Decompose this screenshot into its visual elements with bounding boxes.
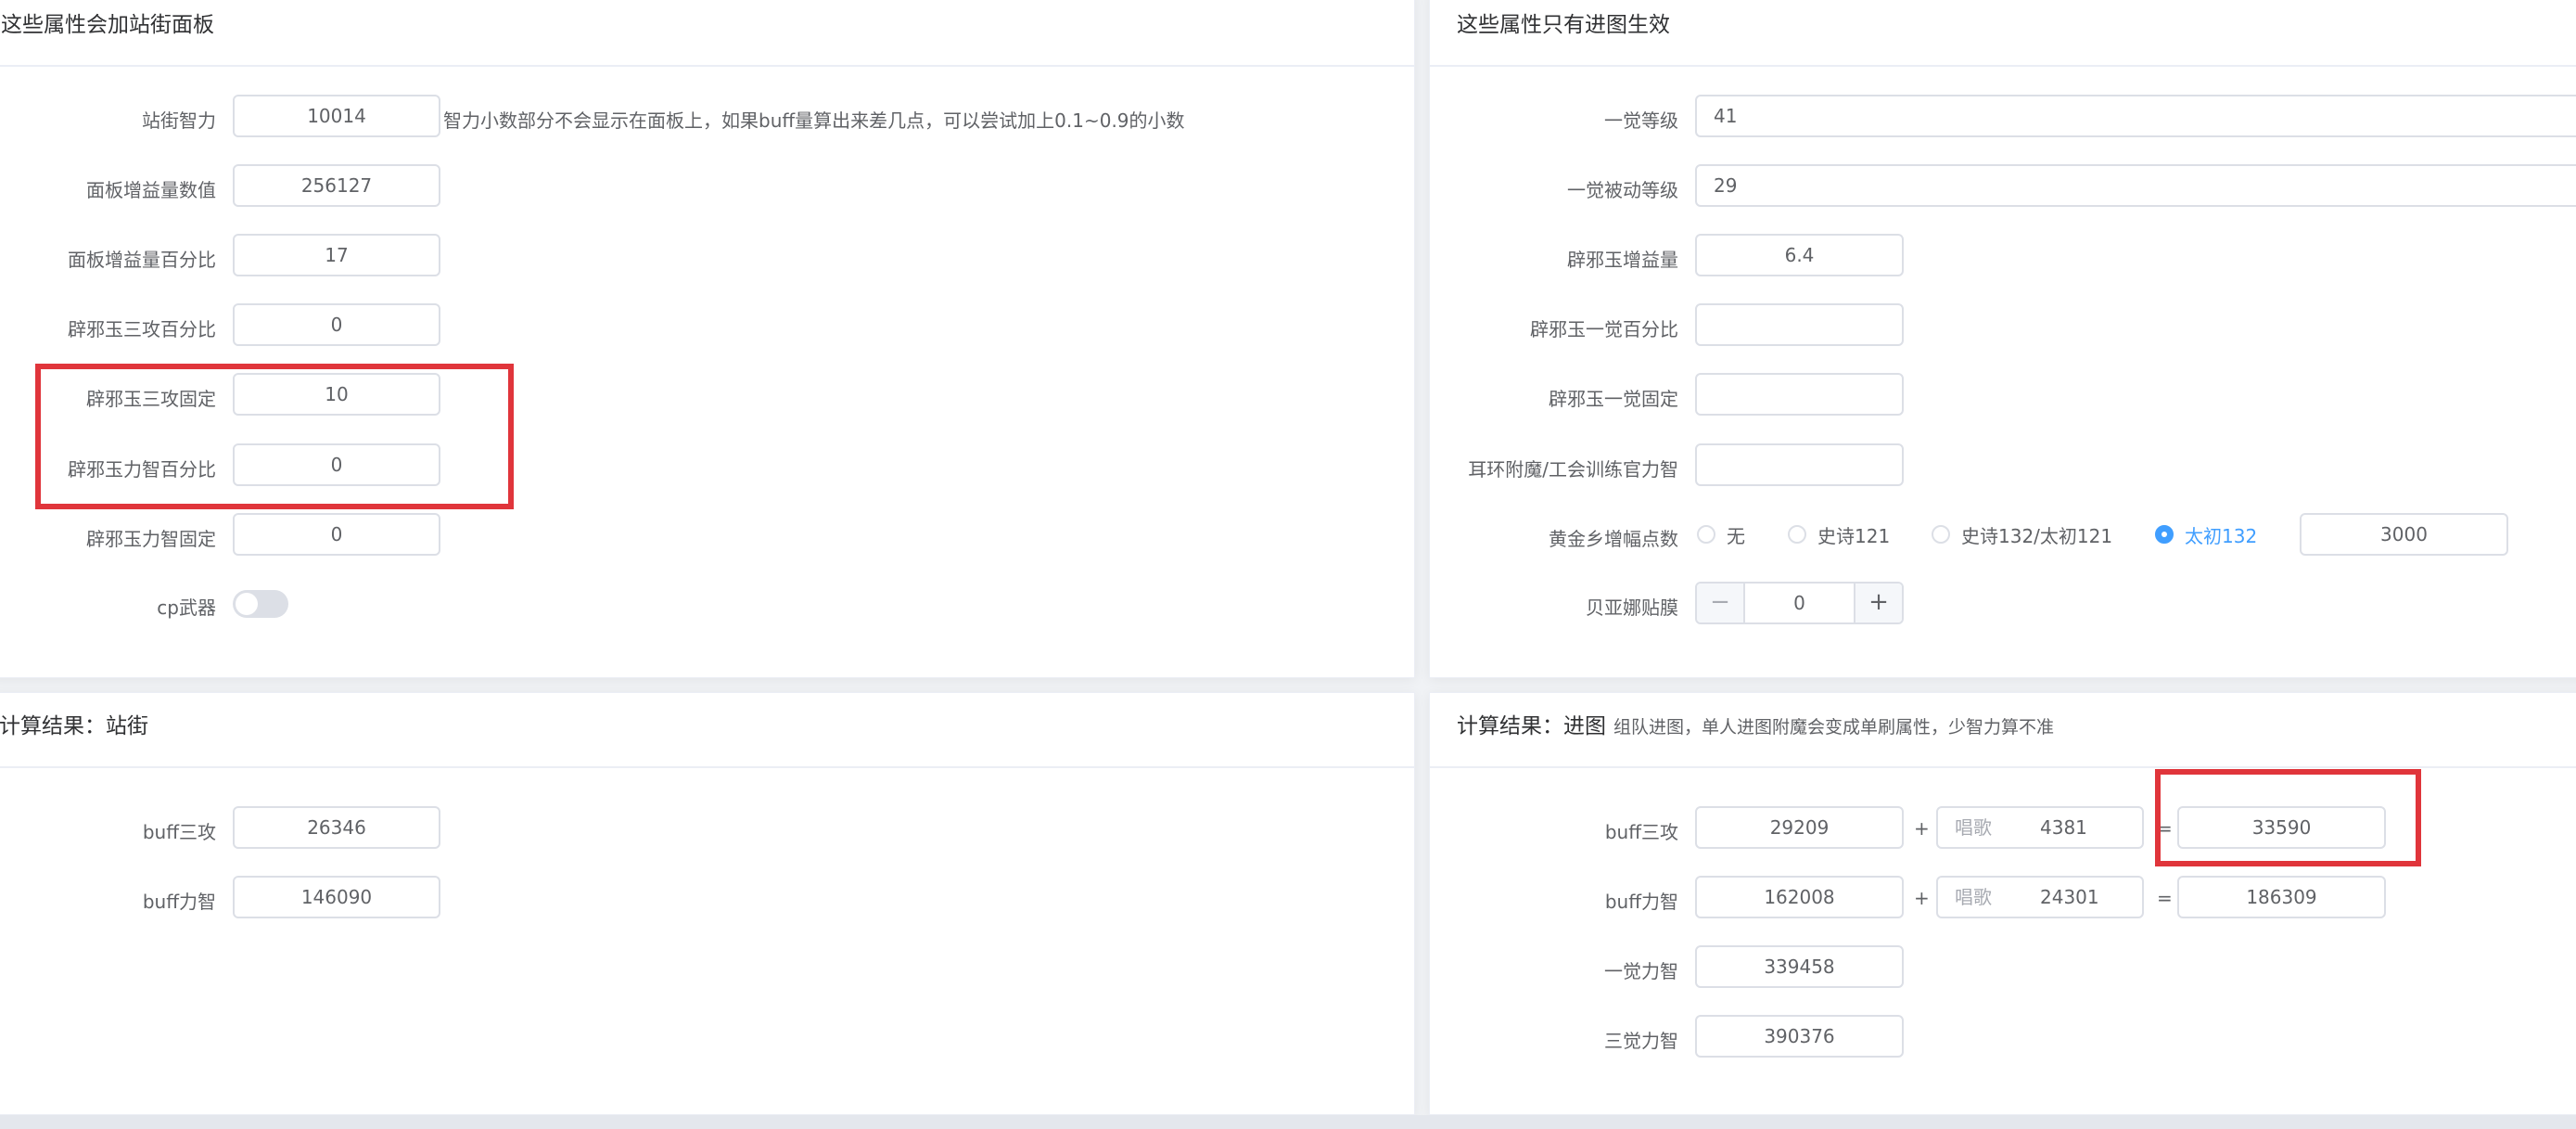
- result-street-buff-stat[interactable]: 146090: [233, 876, 440, 918]
- result-awake1-stat[interactable]: 339458: [1695, 945, 1904, 988]
- radio-circle: [2155, 525, 2174, 544]
- result-label-street-buff-atk: buff三攻: [142, 821, 216, 843]
- result-street-buff-atk[interactable]: 26346: [233, 806, 440, 849]
- panel-title: 这些属性只有进图生效: [1457, 13, 1670, 37]
- radio-circle: [1697, 525, 1715, 544]
- jade-gain-input[interactable]: 6.4: [1695, 234, 1904, 276]
- jade-stat-fixed-input[interactable]: 0: [233, 513, 440, 556]
- field-label-cp-weapon: cp武器: [157, 597, 216, 619]
- result-dungeon-buff-stat-total[interactable]: 186309: [2177, 876, 2386, 918]
- panel-header: 计算结果：进图 组队进图，单人进图附魔会变成单刷属性，少智力算不准: [1430, 693, 2576, 768]
- field-label-panel-gain-value: 面板增益量数值: [86, 179, 216, 201]
- song-value: 24301: [2040, 886, 2099, 908]
- radio-label: 史诗121: [1817, 524, 1891, 547]
- field-label-earring-enchant: 耳环附魔/工会训练官力智: [1468, 458, 1678, 481]
- street-int-input[interactable]: 10014: [233, 95, 440, 137]
- field-label-bayonetta-film: 贝亚娜贴膜: [1586, 597, 1678, 619]
- result-dungeon-buff-stat[interactable]: 162008: [1695, 876, 1904, 918]
- stepper-value[interactable]: 0: [1743, 584, 1855, 622]
- increment-button[interactable]: +: [1854, 584, 1902, 622]
- result-dungeon-buff-atk[interactable]: 29209: [1695, 806, 1904, 849]
- field-label-awake1-passive-level: 一觉被动等级: [1567, 179, 1678, 201]
- panel-title: 计算结果：进图 组队进图，单人进图附魔会变成单刷属性，少智力算不准: [1457, 708, 2054, 739]
- result-label-awake1-stat: 一觉力智: [1604, 960, 1678, 982]
- int-hint-text: 智力小数部分不会显示在面板上，如果buff量算出来差几点，可以尝试加上0.1~0…: [443, 109, 1185, 132]
- radio-gold-none[interactable]: 无: [1697, 520, 1745, 548]
- earring-enchant-input[interactable]: [1695, 443, 1904, 486]
- panel-gain-value-input[interactable]: 256127: [233, 164, 440, 207]
- panel-title-text: 计算结果：进图: [1457, 714, 1606, 738]
- plus-sign: +: [1914, 817, 1930, 840]
- result-label-street-buff-stat: buff力智: [142, 891, 216, 913]
- jade-awake-percent-input[interactable]: [1695, 303, 1904, 346]
- panel-gain-percent-input[interactable]: 17: [233, 234, 440, 276]
- result-awake3-stat[interactable]: 390376: [1695, 1015, 1904, 1058]
- field-label-jade-awake-fixed: 辟邪玉一觉固定: [1549, 388, 1678, 410]
- switch-knob: [236, 593, 258, 615]
- panel-title: 计算结果：站街: [0, 714, 148, 738]
- bottom-edge: [0, 1115, 2576, 1129]
- radio-label: 太初132: [2185, 524, 2258, 547]
- result-label-dungeon-buff-stat: buff力智: [1604, 891, 1678, 913]
- awake1-passive-level-input[interactable]: 29: [1695, 164, 2576, 207]
- field-label-golden-amp-points: 黄金乡增幅点数: [1549, 528, 1678, 550]
- song-prefix: 唱歌: [1955, 886, 1992, 908]
- panel-header: 这些属性只有进图生效: [1430, 0, 2576, 67]
- plus-sign: +: [1914, 887, 1930, 909]
- result-label-dungeon-buff-atk: buff三攻: [1604, 821, 1678, 843]
- field-label-jade-atk-percent: 辟邪玉三攻百分比: [68, 318, 216, 340]
- panel-note: 组队进图，单人进图附魔会变成单刷属性，少智力算不准: [1613, 717, 2055, 738]
- radio-label: 史诗132/太初121: [1961, 524, 2113, 547]
- jade-awake-fixed-input[interactable]: [1695, 373, 1904, 416]
- equals-sign: =: [2157, 887, 2173, 909]
- field-label-awake1-level: 一觉等级: [1604, 109, 1678, 132]
- field-label-jade-gain: 辟邪玉增益量: [1567, 249, 1678, 271]
- panel-header: 计算结果：站街: [0, 693, 1414, 768]
- radio-label: 无: [1727, 524, 1745, 547]
- panel-title: 这些属性会加站街面板: [1, 13, 214, 37]
- song-prefix: 唱歌: [1955, 816, 1992, 839]
- radio-circle: [1932, 525, 1950, 544]
- highlight-box-total: [2155, 769, 2421, 866]
- field-label-jade-stat-fixed: 辟邪玉力智固定: [86, 528, 216, 550]
- result-label-awake3-stat: 三觉力智: [1604, 1030, 1678, 1052]
- cp-weapon-switch[interactable]: [233, 590, 288, 618]
- golden-amp-value-input[interactable]: 3000: [2300, 513, 2508, 556]
- radio-gold-primal132[interactable]: 太初132: [2155, 520, 2257, 548]
- song-buff-stat-input[interactable]: 唱歌 24301: [1936, 876, 2144, 918]
- radio-gold-epic132-primal121[interactable]: 史诗132/太初121: [1932, 520, 2112, 548]
- panel-header: 这些属性会加站街面板: [0, 0, 1414, 67]
- field-label-panel-gain-percent: 面板增益量百分比: [68, 249, 216, 271]
- field-label-street-int: 站街智力: [142, 109, 216, 132]
- radio-circle: [1788, 525, 1806, 544]
- highlight-box-jade-fields: [35, 364, 514, 509]
- bayonetta-film-stepper[interactable]: − 0 +: [1695, 582, 1904, 624]
- song-value: 4381: [2040, 816, 2087, 839]
- field-label-jade-awake-percent: 辟邪玉一觉百分比: [1530, 318, 1678, 340]
- jade-atk-percent-input[interactable]: 0: [233, 303, 440, 346]
- decrement-button[interactable]: −: [1697, 584, 1745, 622]
- awake1-level-input[interactable]: 41: [1695, 95, 2576, 137]
- song-buff-atk-input[interactable]: 唱歌 4381: [1936, 806, 2144, 849]
- radio-gold-epic121[interactable]: 史诗121: [1788, 520, 1890, 548]
